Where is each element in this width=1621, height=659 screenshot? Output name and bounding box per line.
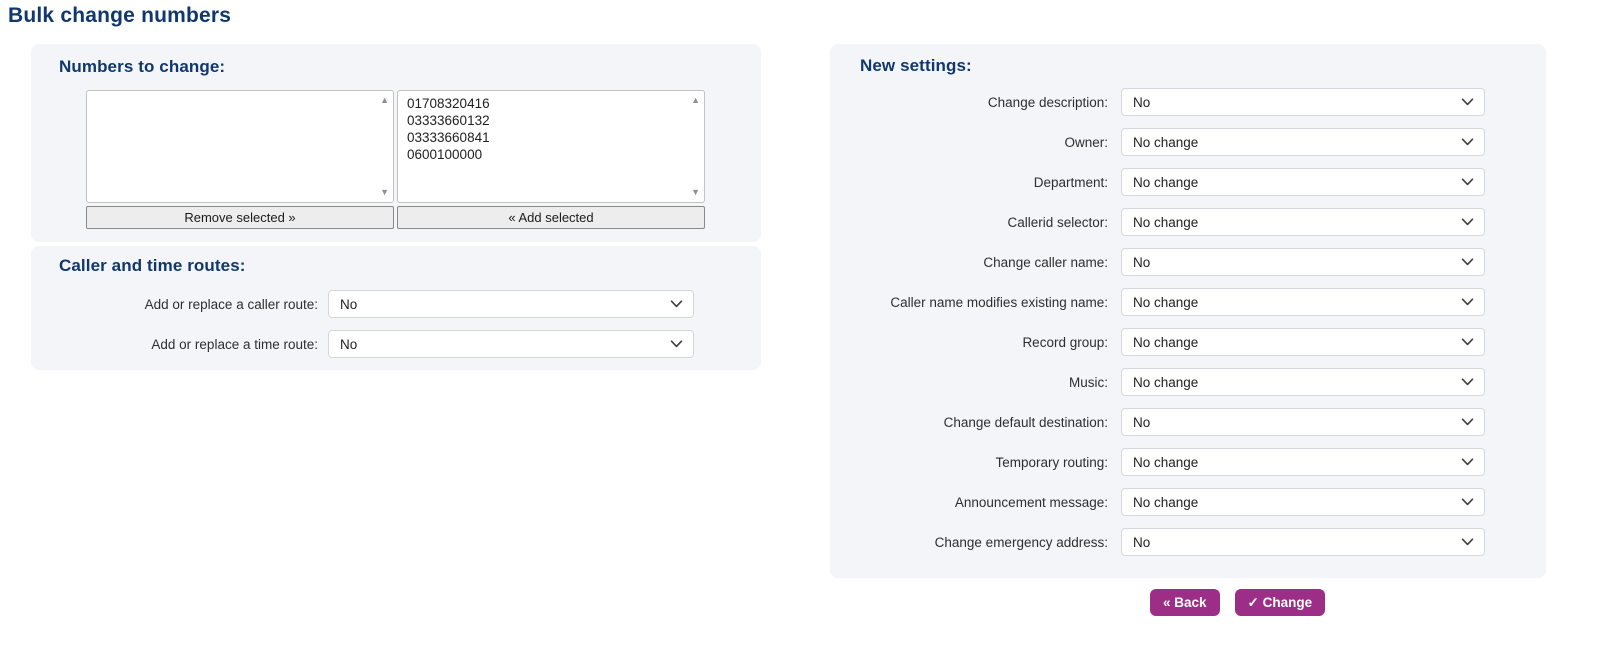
form-row: Caller name modifies existing name: No c… [860,288,1516,316]
caller-route-label: Add or replace a caller route: [59,297,318,312]
select-value: No change [1133,455,1198,470]
available-numbers-listbox[interactable]: ▲ ▼ [86,90,394,203]
form-row: Music: No change [860,368,1516,396]
chevron-down-icon [670,340,683,348]
numbers-to-change-panel: Numbers to change: ▲ ▼ 01708320416 03333… [31,44,761,242]
list-item[interactable]: 01708320416 [407,95,686,112]
record-group-label: Record group: [860,335,1108,350]
chevron-down-icon [1461,298,1474,306]
chevron-down-icon [670,300,683,308]
select-value: No [1133,95,1150,110]
caller-name-modifies-select[interactable]: No change [1121,288,1485,316]
remove-selected-button[interactable]: Remove selected » [86,206,394,229]
numbers-panel-heading: Numbers to change: [59,57,733,77]
select-value: No change [1133,495,1198,510]
list-item[interactable]: 03333660841 [407,129,686,146]
select-value: No change [1133,215,1198,230]
change-emergency-address-label: Change emergency address: [860,535,1108,550]
form-row: Owner: No change [860,128,1516,156]
chevron-down-icon [1461,138,1474,146]
chevron-down-icon [1461,338,1474,346]
callerid-selector-label: Callerid selector: [860,215,1108,230]
change-default-destination-select[interactable]: No [1121,408,1485,436]
settings-panel-heading: New settings: [860,56,1516,76]
action-buttons: « Back ✓ Change [1150,589,1325,616]
chevron-down-icon [1461,98,1474,106]
form-row: Temporary routing: No change [860,448,1516,476]
scroll-up-icon[interactable]: ▲ [691,96,700,105]
form-row: Record group: No change [860,328,1516,356]
record-group-select[interactable]: No change [1121,328,1485,356]
select-value: No [340,297,357,312]
temporary-routing-select[interactable]: No change [1121,448,1485,476]
owner-label: Owner: [860,135,1108,150]
change-emergency-address-select[interactable]: No [1121,528,1485,556]
chevron-down-icon [1461,498,1474,506]
change-caller-name-label: Change caller name: [860,255,1108,270]
music-select[interactable]: No change [1121,368,1485,396]
select-value: No [1133,255,1150,270]
form-row: Department: No change [860,168,1516,196]
department-label: Department: [860,175,1108,190]
list-item[interactable]: 0600100000 [407,146,686,163]
new-settings-panel: New settings: Change description: No Own… [830,44,1546,578]
owner-select[interactable]: No change [1121,128,1485,156]
scroll-down-icon[interactable]: ▼ [691,188,700,197]
callerid-selector-select[interactable]: No change [1121,208,1485,236]
change-button[interactable]: ✓ Change [1235,589,1326,616]
chevron-down-icon [1461,458,1474,466]
change-default-destination-label: Change default destination: [860,415,1108,430]
form-row: Add or replace a time route: No [59,330,733,358]
chevron-down-icon [1461,418,1474,426]
announcement-message-select[interactable]: No change [1121,488,1485,516]
back-button[interactable]: « Back [1150,589,1220,616]
scroll-up-icon[interactable]: ▲ [380,96,389,105]
list-item[interactable]: 03333660132 [407,112,686,129]
number-transfer-area: ▲ ▼ 01708320416 03333660132 03333660841 … [86,90,706,229]
scroll-down-icon[interactable]: ▼ [380,188,389,197]
change-description-label: Change description: [860,95,1108,110]
chevron-down-icon [1461,378,1474,386]
time-route-label: Add or replace a time route: [59,337,318,352]
form-row: Announcement message: No change [860,488,1516,516]
routes-panel-heading: Caller and time routes: [59,256,733,276]
select-value: No change [1133,175,1198,190]
page-title: Bulk change numbers [8,4,231,28]
form-row: Add or replace a caller route: No [59,290,733,318]
chevron-down-icon [1461,178,1474,186]
select-value: No change [1133,335,1198,350]
form-row: Callerid selector: No change [860,208,1516,236]
add-selected-button[interactable]: « Add selected [397,206,705,229]
select-value: No change [1133,295,1198,310]
caller-route-select[interactable]: No [328,290,694,318]
select-value: No change [1133,375,1198,390]
time-route-select[interactable]: No [328,330,694,358]
music-label: Music: [860,375,1108,390]
selected-numbers-listbox[interactable]: 01708320416 03333660132 03333660841 0600… [397,90,705,203]
select-value: No [1133,415,1150,430]
chevron-down-icon [1461,538,1474,546]
select-value: No [1133,535,1150,550]
form-row: Change default destination: No [860,408,1516,436]
caller-name-modifies-label: Caller name modifies existing name: [860,295,1108,310]
select-value: No [340,337,357,352]
temporary-routing-label: Temporary routing: [860,455,1108,470]
form-row: Change caller name: No [860,248,1516,276]
change-description-select[interactable]: No [1121,88,1485,116]
caller-time-routes-panel: Caller and time routes: Add or replace a… [31,246,761,370]
change-caller-name-select[interactable]: No [1121,248,1485,276]
form-row: Change description: No [860,88,1516,116]
chevron-down-icon [1461,218,1474,226]
announcement-message-label: Announcement message: [860,495,1108,510]
select-value: No change [1133,135,1198,150]
form-row: Change emergency address: No [860,528,1516,556]
chevron-down-icon [1461,258,1474,266]
department-select[interactable]: No change [1121,168,1485,196]
